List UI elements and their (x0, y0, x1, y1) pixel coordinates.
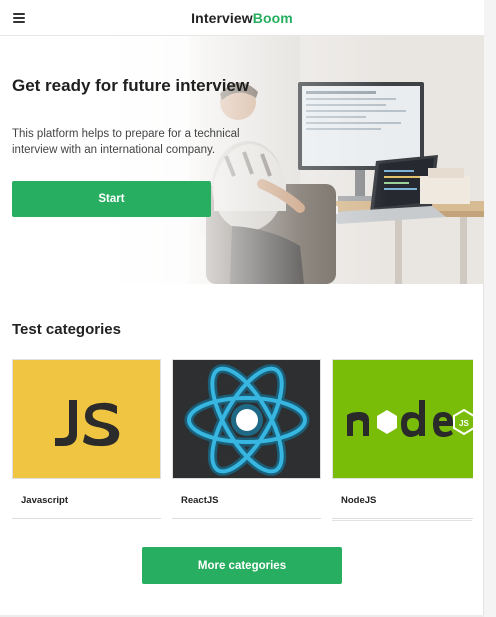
more-categories-button[interactable]: More categories (142, 547, 342, 584)
hero-description: This platform helps to prepare for a tec… (12, 128, 240, 156)
javascript-logo-icon (13, 360, 160, 478)
brand-logo[interactable]: InterviewBoom (0, 10, 484, 26)
categories-carousel[interactable]: Javascript ReactJS JS NodeJS (12, 359, 473, 521)
categories-title: Test categories (12, 321, 121, 338)
nodejs-logo-tile: JS (332, 359, 473, 479)
category-label-reactjs: ReactJS (181, 495, 219, 506)
brand-name-part1: Interview (191, 10, 253, 26)
top-navbar: InterviewBoom (0, 0, 484, 36)
nodejs-logo-icon: JS (333, 360, 473, 478)
react-atom-icon (173, 360, 320, 478)
category-card-nodejs[interactable]: JS NodeJS (332, 359, 473, 519)
hero-section: Get ready for future interview This plat… (0, 36, 484, 284)
cards-divider (332, 520, 472, 521)
hero-title: Get ready for future interview (12, 76, 250, 95)
category-card-reactjs[interactable]: ReactJS (172, 359, 321, 519)
start-button[interactable]: Start (12, 181, 211, 217)
svg-text:JS: JS (459, 419, 469, 428)
category-card-javascript[interactable]: Javascript (12, 359, 161, 519)
page-frame: InterviewBoom Get ready for future inter… (0, 0, 484, 617)
category-label-javascript: Javascript (21, 495, 69, 506)
hero-fade-overlay (0, 36, 484, 284)
javascript-logo-tile (12, 359, 161, 479)
react-logo-tile (172, 359, 321, 479)
brand-name-part2: Boom (252, 10, 293, 26)
category-label-nodejs: NodeJS (341, 495, 377, 506)
scrollbar-track[interactable] (484, 0, 496, 617)
